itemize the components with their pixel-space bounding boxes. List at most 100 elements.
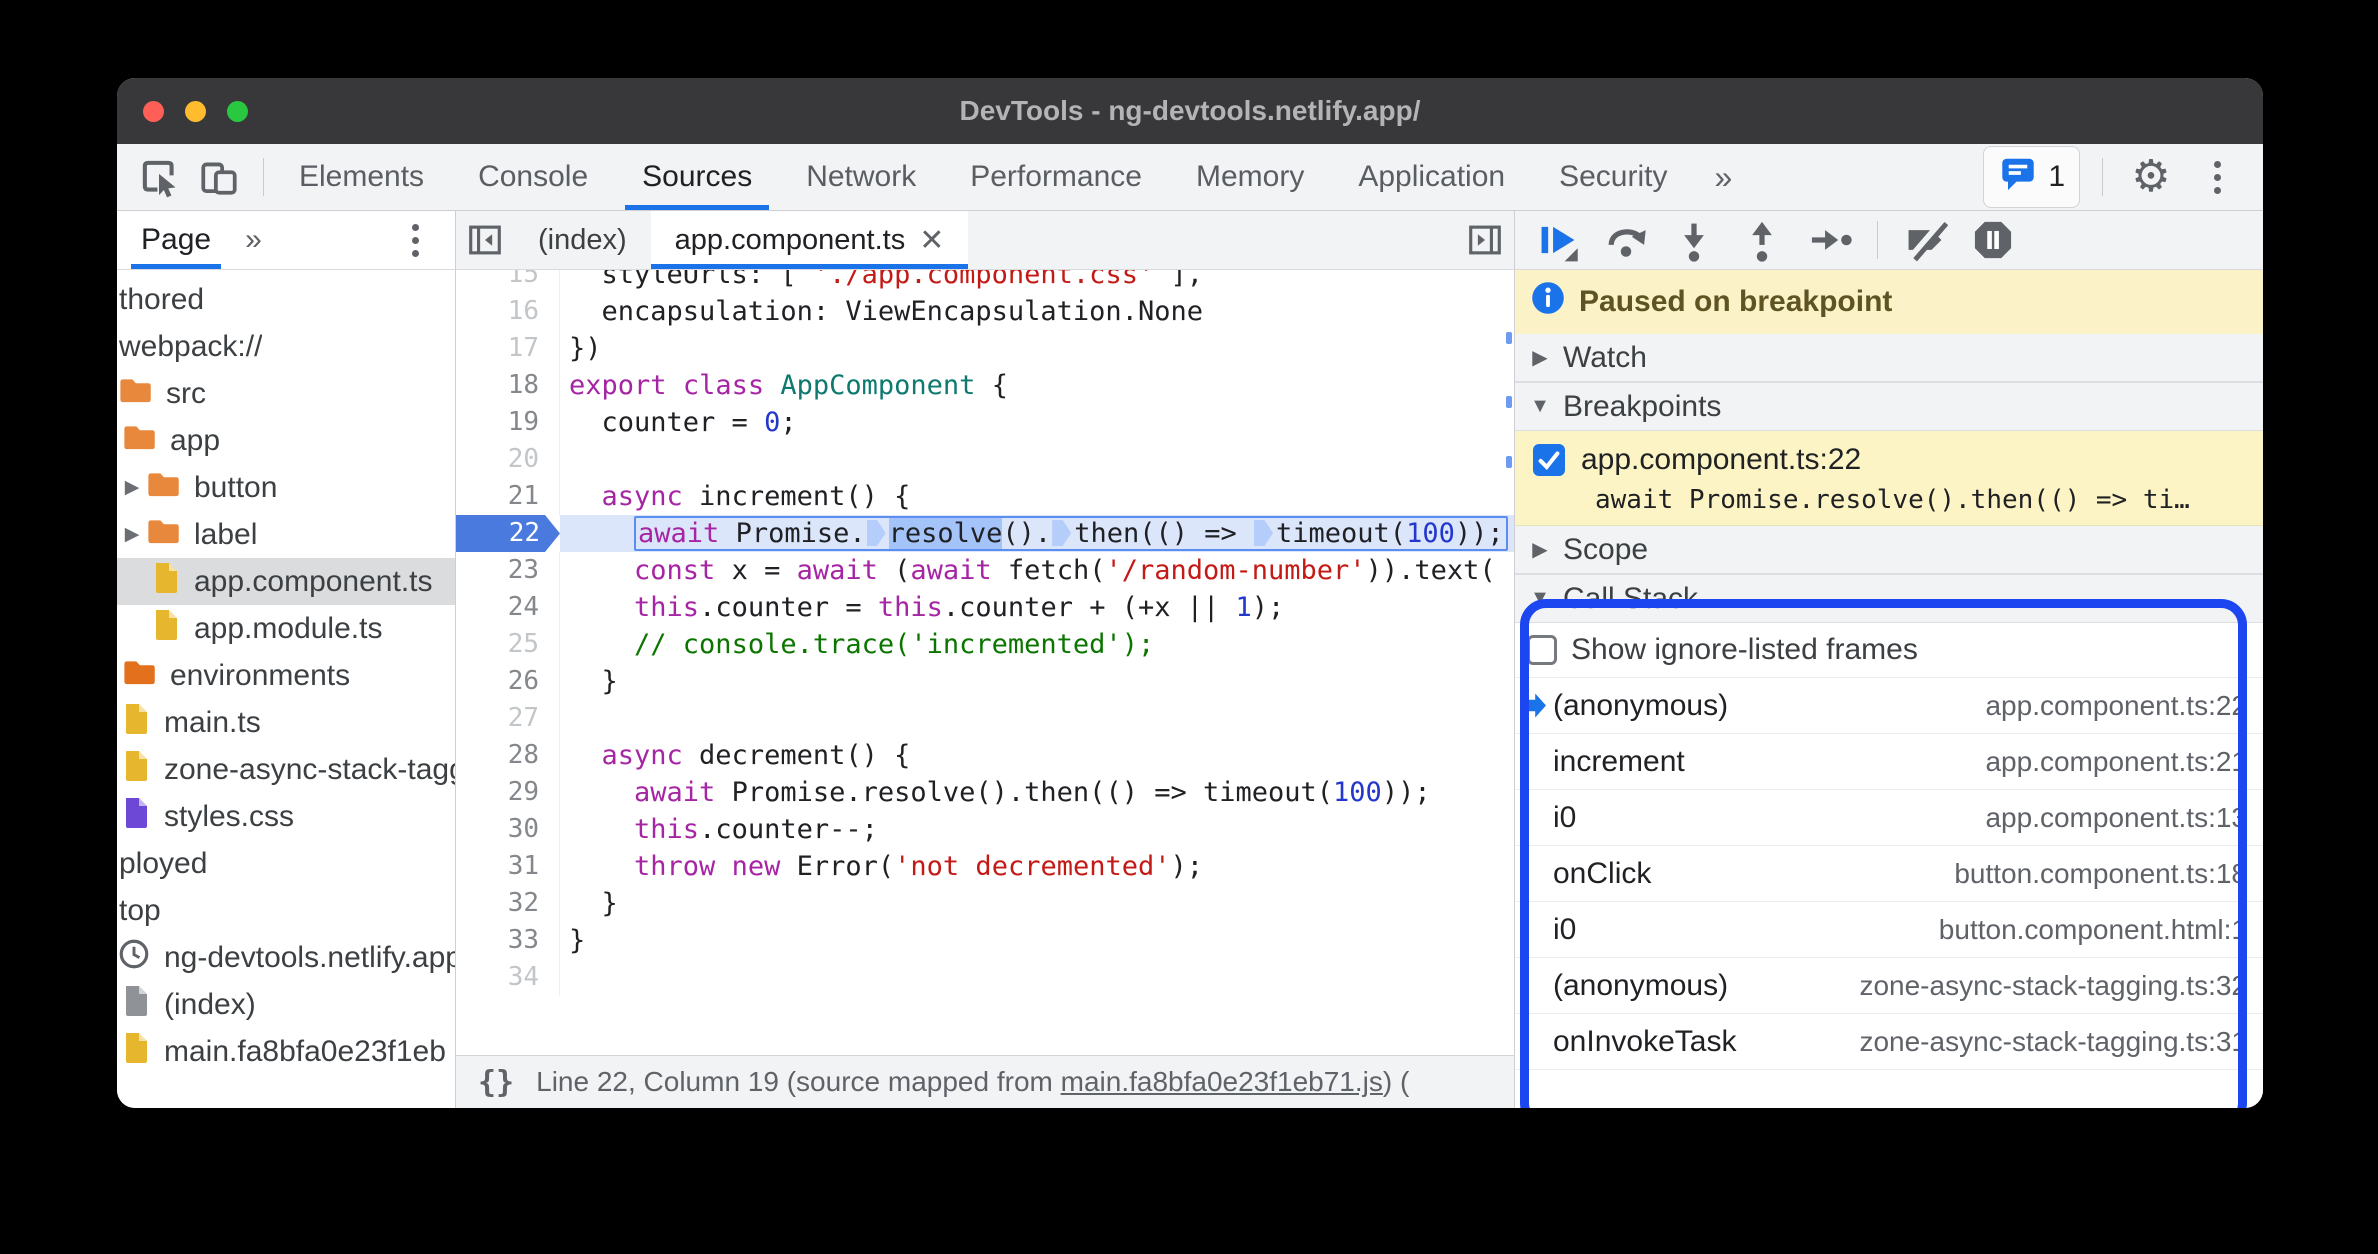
editor-tab--index-[interactable]: (index): [514, 211, 651, 269]
issues-button[interactable]: 1: [1983, 146, 2080, 208]
step-over-icon[interactable]: [1597, 214, 1655, 266]
code-line-33[interactable]: 33}: [456, 922, 1514, 959]
navigator-more-tabs-chevron[interactable]: »: [245, 223, 262, 257]
resume-icon[interactable]: [1529, 214, 1587, 266]
expander-triangle-icon[interactable]: ▶: [119, 523, 145, 546]
sidebar-item-top[interactable]: top: [117, 887, 455, 934]
kebab-menu-icon[interactable]: [2191, 151, 2243, 203]
device-toolbar-icon[interactable]: [193, 151, 245, 203]
show-debugger-icon[interactable]: [1456, 211, 1514, 269]
sidebar-item-thored[interactable]: thored: [117, 276, 455, 323]
code-line-24[interactable]: 24 this.counter = this.counter + (+x || …: [456, 589, 1514, 626]
frame-location[interactable]: app.component.ts:21: [1985, 746, 2247, 778]
more-panels-chevron[interactable]: »: [1694, 159, 1752, 196]
line-number[interactable]: 23: [456, 552, 560, 589]
frame-location[interactable]: app.component.ts:22: [1985, 690, 2247, 722]
line-number[interactable]: 27: [456, 700, 560, 737]
code-line-15[interactable]: 15 styleUrls: [ './app.component.css' ],: [456, 270, 1514, 293]
code-line-25[interactable]: 25 // console.trace('incremented');: [456, 626, 1514, 663]
code-line-27[interactable]: 27: [456, 700, 1514, 737]
editor-tab-app-component-ts[interactable]: app.component.ts ✕: [650, 211, 969, 269]
code-line-22[interactable]: 22 await Promise. resolve(). then(() => ti…: [456, 515, 1514, 552]
line-number[interactable]: 29: [456, 774, 560, 811]
code-line-21[interactable]: 21 async increment() {: [456, 478, 1514, 515]
inspect-element-icon[interactable]: [133, 151, 185, 203]
async-step-marker-icon[interactable]: [1254, 520, 1274, 546]
sidebar-item-app-component-ts[interactable]: app.component.ts: [117, 558, 455, 605]
tab-application[interactable]: Application: [1331, 144, 1532, 210]
line-number[interactable]: 17: [456, 330, 560, 367]
callstack-frame-onclick[interactable]: onClick button.component.ts:18: [1515, 846, 2263, 902]
tab-sources[interactable]: Sources: [615, 144, 779, 210]
sidebar-item-zone-async-stack-tagging-ts[interactable]: zone-async-stack-tagging.ts: [117, 746, 455, 793]
code-line-17[interactable]: 17}): [456, 330, 1514, 367]
sidebar-item-app-module-ts[interactable]: app.module.ts: [117, 605, 455, 652]
sidebar-item-label[interactable]: ▶ label: [117, 511, 455, 558]
step-icon[interactable]: [1801, 214, 1859, 266]
code-line-16[interactable]: 16 encapsulation: ViewEncapsulation.None: [456, 293, 1514, 330]
code-line-32[interactable]: 32 }: [456, 885, 1514, 922]
tab-elements[interactable]: Elements: [272, 144, 451, 210]
tab-console[interactable]: Console: [451, 144, 615, 210]
line-number[interactable]: 30: [456, 811, 560, 848]
line-number[interactable]: 16: [456, 293, 560, 330]
callstack-frame-i0[interactable]: i0 button.component.html:1: [1515, 902, 2263, 958]
sidebar-item-styles-css[interactable]: styles.css: [117, 793, 455, 840]
line-number[interactable]: 20: [456, 441, 560, 478]
tab-performance[interactable]: Performance: [943, 144, 1169, 210]
deactivate-breakpoints-icon[interactable]: [1896, 214, 1954, 266]
callstack-frame-i0[interactable]: i0 app.component.ts:13: [1515, 790, 2263, 846]
sidebar-item-ng-devtools-netlify-app[interactable]: ng-devtools.netlify.app: [117, 934, 455, 981]
frame-location[interactable]: app.component.ts:13: [1985, 802, 2247, 834]
line-number[interactable]: 31: [456, 848, 560, 885]
line-number[interactable]: 15: [456, 270, 560, 293]
pause-on-exceptions-icon[interactable]: [1964, 214, 2022, 266]
navigator-kebab-icon[interactable]: [389, 214, 441, 266]
callstack-frame--anonymous-[interactable]: (anonymous) app.component.ts:22: [1515, 678, 2263, 734]
line-number[interactable]: 33: [456, 922, 560, 959]
tab-page[interactable]: Page: [130, 211, 222, 269]
execution-line-number[interactable]: 22: [456, 515, 560, 552]
async-step-marker-icon[interactable]: [866, 520, 886, 546]
callstack-frame--anonymous-[interactable]: (anonymous) zone-async-stack-tagging.ts:3…: [1515, 958, 2263, 1014]
step-into-icon[interactable]: [1665, 214, 1723, 266]
settings-gear-icon[interactable]: ⚙: [2125, 151, 2177, 203]
section-watch[interactable]: ▶ Watch: [1515, 334, 2263, 382]
breakpoint-checkbox[interactable]: [1533, 444, 1565, 476]
code-line-26[interactable]: 26 }: [456, 663, 1514, 700]
frame-location[interactable]: button.component.html:1: [1939, 914, 2247, 946]
line-number[interactable]: 19: [456, 404, 560, 441]
callstack-frame-increment[interactable]: increment app.component.ts:21: [1515, 734, 2263, 790]
sidebar-item-button[interactable]: ▶ button: [117, 464, 455, 511]
section-callstack[interactable]: ▼ Call Stack: [1515, 574, 2263, 623]
line-number[interactable]: 25: [456, 626, 560, 663]
line-number[interactable]: 21: [456, 478, 560, 515]
line-number[interactable]: 26: [456, 663, 560, 700]
tab-memory[interactable]: Memory: [1169, 144, 1331, 210]
sidebar-item-webpack-[interactable]: webpack://: [117, 323, 455, 370]
line-number[interactable]: 34: [456, 959, 560, 996]
frame-location[interactable]: zone-async-stack-tagging.ts:31: [1859, 1026, 2247, 1058]
sidebar-item-main-ts[interactable]: main.ts: [117, 699, 455, 746]
section-breakpoints[interactable]: ▼ Breakpoints: [1515, 382, 2263, 431]
sidebar-item--index-[interactable]: (index): [117, 981, 455, 1028]
expander-triangle-icon[interactable]: ▶: [119, 476, 145, 499]
pretty-print-icon[interactable]: {}: [478, 1065, 514, 1100]
code-line-19[interactable]: 19 counter = 0;: [456, 404, 1514, 441]
line-number[interactable]: 18: [456, 367, 560, 404]
code-line-34[interactable]: 34: [456, 959, 1514, 996]
ignore-frames-checkbox[interactable]: [1527, 635, 1557, 665]
sidebar-item-ployed[interactable]: ployed: [117, 840, 455, 887]
code-area[interactable]: 15 styleUrls: [ './app.component.css' ],…: [456, 270, 1514, 1055]
frame-location[interactable]: zone-async-stack-tagging.ts:32: [1859, 970, 2247, 1002]
hide-navigator-icon[interactable]: [456, 211, 514, 269]
tab-network[interactable]: Network: [779, 144, 943, 210]
step-out-icon[interactable]: [1733, 214, 1791, 266]
code-line-28[interactable]: 28 async decrement() {: [456, 737, 1514, 774]
sidebar-item-src[interactable]: src: [117, 370, 455, 417]
tab-security[interactable]: Security: [1532, 144, 1694, 210]
section-scope[interactable]: ▶ Scope: [1515, 526, 2263, 574]
code-line-18[interactable]: 18 export class AppComponent {: [456, 367, 1514, 404]
sidebar-item-app[interactable]: app: [117, 417, 455, 464]
sidebar-item-environments[interactable]: environments: [117, 652, 455, 699]
